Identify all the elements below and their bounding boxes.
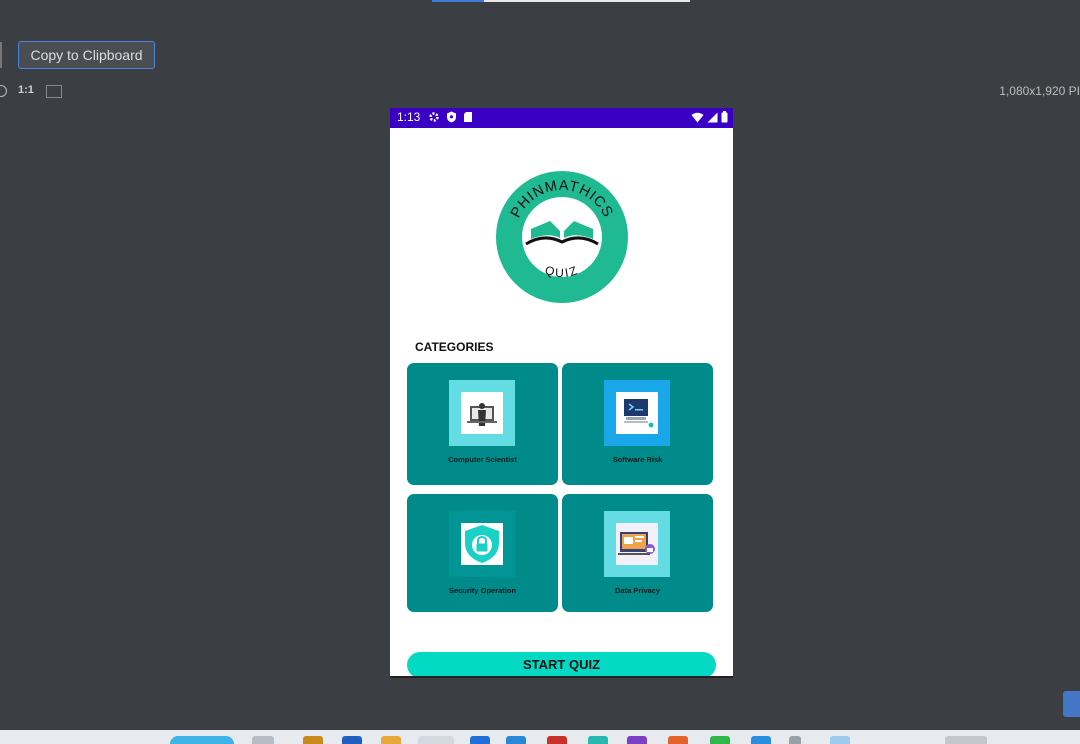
copy-to-clipboard-button[interactable]: Copy to Clipboard bbox=[18, 41, 155, 69]
status-bar: 1:13 bbox=[390, 108, 733, 128]
security-operation-thumbnail bbox=[449, 511, 515, 577]
active-tab-indicator bbox=[432, 0, 484, 2]
status-time: 1:13 bbox=[397, 110, 421, 124]
taskbar-app-icon[interactable] bbox=[668, 736, 688, 744]
category-label: Data Privacy bbox=[614, 586, 661, 595]
widgets-icon[interactable] bbox=[170, 736, 234, 744]
taskbar-app-icon[interactable] bbox=[751, 736, 771, 744]
taskbar-app-icon[interactable] bbox=[506, 736, 526, 744]
software-risk-icon bbox=[624, 399, 654, 428]
wifi-icon bbox=[691, 112, 704, 122]
category-card-data-privacy[interactable]: Data Privacy bbox=[562, 494, 713, 612]
vscode-icon[interactable] bbox=[470, 736, 490, 744]
visual-studio-icon[interactable] bbox=[627, 736, 647, 744]
taskbar bbox=[0, 730, 1080, 744]
tab-strip bbox=[432, 0, 690, 2]
tray-icon[interactable] bbox=[945, 736, 987, 744]
signal-icon bbox=[707, 112, 718, 122]
battery-icon bbox=[721, 111, 728, 123]
file-explorer-icon[interactable] bbox=[303, 736, 323, 744]
category-card-computer-scientist[interactable]: Computer Scientist bbox=[407, 363, 558, 485]
sd-card-icon bbox=[464, 112, 472, 122]
mail-icon[interactable] bbox=[547, 736, 567, 744]
taskbar-app-icon[interactable] bbox=[252, 736, 274, 744]
zoom-actual-size-button[interactable]: 1:1 bbox=[18, 84, 34, 96]
category-card-software-risk[interactable]: Software Risk bbox=[562, 363, 713, 485]
category-label: Security Operation bbox=[448, 586, 517, 595]
cloud-icon[interactable] bbox=[830, 736, 850, 744]
chrome-icon[interactable] bbox=[418, 736, 454, 744]
computer-scientist-icon bbox=[467, 403, 497, 426]
fit-screen-icon[interactable] bbox=[46, 85, 62, 98]
data-privacy-thumbnail bbox=[604, 511, 670, 577]
shield-icon bbox=[447, 111, 456, 123]
device-screenshot: 1:13 PHINMATHICS QUIZ CATEGORIES Compute… bbox=[390, 108, 733, 678]
data-privacy-icon bbox=[618, 532, 655, 555]
category-card-security-operation[interactable]: Security Operation bbox=[407, 494, 558, 612]
category-label: Software Risk bbox=[612, 455, 663, 464]
computer-scientist-thumbnail bbox=[449, 380, 515, 446]
image-dimensions: 1,080x1,920 PI bbox=[999, 84, 1080, 98]
whatsapp-icon[interactable] bbox=[710, 736, 730, 744]
side-action-button[interactable] bbox=[1063, 691, 1080, 717]
software-risk-thumbnail bbox=[604, 380, 670, 446]
nav-bar-edge bbox=[390, 676, 733, 678]
start-quiz-button[interactable]: START QUIZ bbox=[407, 652, 716, 678]
zoom-fit-icon[interactable] bbox=[0, 85, 7, 97]
chevron-up-icon[interactable] bbox=[789, 736, 801, 744]
left-panel-edge bbox=[0, 42, 2, 68]
folder-icon[interactable] bbox=[381, 736, 401, 744]
taskbar-app-icon[interactable] bbox=[342, 736, 362, 744]
taskbar-app-icon[interactable] bbox=[588, 736, 608, 744]
security-shield-icon bbox=[465, 525, 499, 563]
categories-heading: CATEGORIES bbox=[415, 340, 494, 354]
gear-icon bbox=[429, 112, 439, 122]
category-label: Computer Scientist bbox=[448, 455, 517, 464]
phinmathics-quiz-logo: PHINMATHICS QUIZ bbox=[496, 171, 628, 303]
